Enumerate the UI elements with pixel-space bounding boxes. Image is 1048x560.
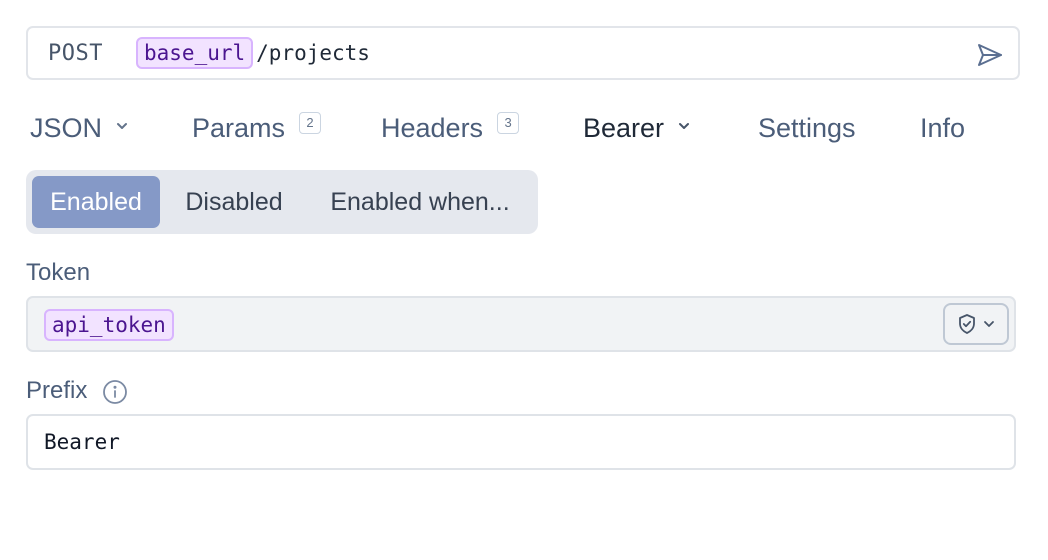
segment-disabled[interactable]: Disabled (170, 176, 298, 228)
url-variable-chip[interactable]: base_url (136, 37, 254, 69)
segment-enabled[interactable]: Enabled (32, 176, 160, 228)
tab-headers-label: Headers (381, 112, 484, 143)
auth-state-segmented-control: Enabled Disabled Enabled when... (26, 170, 538, 234)
request-auth-panel: POST base_url /projects JSON Params 2 He… (0, 0, 1048, 560)
tab-headers[interactable]: Headers 3 (381, 108, 520, 148)
prefix-input[interactable]: Bearer (26, 414, 1016, 470)
send-icon[interactable] (976, 41, 1004, 69)
token-label: Token (26, 259, 91, 286)
tab-bearer-label: Bearer (583, 112, 665, 143)
prefix-label: Prefix (26, 377, 88, 404)
method-selector[interactable]: POST (48, 41, 136, 66)
secure-input-menu-button[interactable] (943, 303, 1009, 345)
chevron-down-icon (984, 321, 994, 327)
tab-json[interactable]: JSON (30, 108, 130, 148)
tab-params[interactable]: Params 2 (192, 108, 322, 148)
request-tabs: JSON Params 2 Headers 3 Bearer Settings … (30, 108, 1010, 148)
tab-settings-label: Settings (758, 112, 856, 143)
chevron-down-icon (679, 123, 690, 129)
tab-bearer[interactable]: Bearer (583, 108, 692, 148)
segment-enabled-when[interactable]: Enabled when... (314, 176, 526, 228)
token-variable-chip[interactable]: api_token (44, 309, 174, 341)
url-path[interactable]: /projects (256, 41, 370, 65)
info-icon[interactable] (102, 379, 128, 405)
tab-settings[interactable]: Settings (758, 108, 856, 148)
tab-info[interactable]: Info (920, 108, 965, 148)
url-bar[interactable]: POST base_url /projects (26, 26, 1020, 80)
token-input[interactable]: api_token (26, 296, 1016, 352)
shield-check-icon (959, 314, 975, 334)
tab-info-label: Info (920, 112, 966, 143)
chevron-down-icon (117, 123, 128, 129)
tab-params-label: Params (192, 112, 286, 143)
tab-json-label: JSON (30, 112, 103, 143)
params-count-badge: 2 (299, 112, 322, 134)
headers-count-badge: 3 (497, 112, 520, 134)
